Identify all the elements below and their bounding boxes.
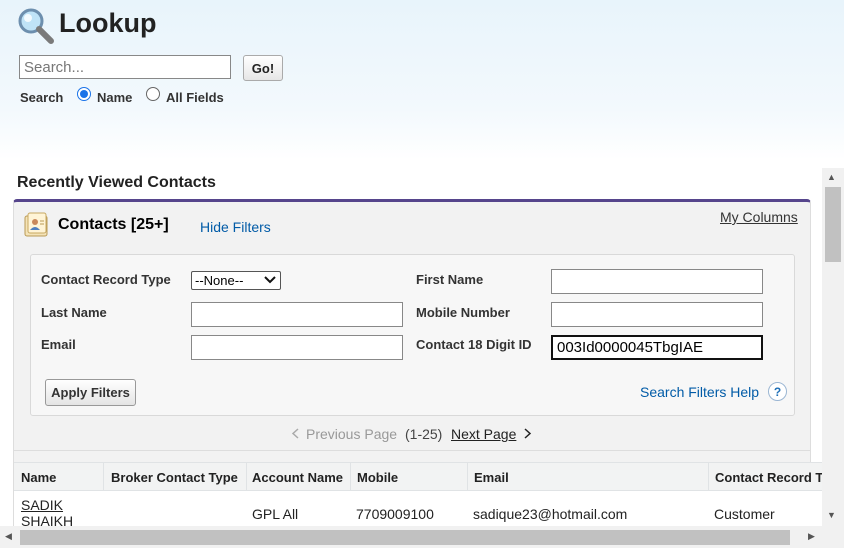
contact-record-type-select[interactable]: --None--	[191, 271, 281, 290]
cell-mobile: 7709009100	[356, 506, 434, 522]
next-page-link[interactable]: Next Page	[451, 426, 516, 442]
horizontal-scroll-thumb[interactable]	[20, 530, 790, 545]
contact-18-digit-id-field[interactable]: 003Id0000045TbgIAE	[551, 335, 763, 360]
radio-name-label: Name	[97, 90, 133, 105]
last-name-label: Last Name	[41, 305, 107, 320]
email-label: Email	[41, 337, 76, 352]
search-scope-label: Search	[20, 90, 64, 105]
first-name-label: First Name	[416, 272, 484, 287]
column-header-broker-contact-type[interactable]: Broker Contact Type	[111, 470, 238, 485]
cell-contact-record-type: Customer	[714, 506, 775, 522]
hide-filters-link[interactable]: Hide Filters	[200, 219, 271, 235]
apply-filters-button[interactable]: Apply Filters	[45, 379, 136, 406]
contact-name-link[interactable]: SADIK SHAIKH	[21, 497, 73, 529]
email-field[interactable]	[191, 335, 403, 360]
column-header-account-name[interactable]: Account Name	[252, 470, 343, 485]
previous-page-link: Previous Page	[306, 426, 398, 442]
vertical-scroll-thumb[interactable]	[825, 187, 841, 262]
cell-email: sadique23@hotmail.com	[473, 506, 628, 522]
page-title: Lookup	[59, 8, 157, 38]
mobile-number-label: Mobile Number	[416, 305, 510, 320]
section-title: Recently Viewed Contacts	[17, 174, 216, 191]
contact-first-name: SADIK	[21, 497, 64, 513]
help-icon[interactable]: ?	[768, 382, 787, 401]
contact-record-type-label: Contact Record Type	[41, 272, 171, 287]
previous-arrow-icon	[291, 428, 299, 439]
column-header-mobile[interactable]: Mobile	[357, 470, 398, 485]
chevron-down-icon	[264, 276, 276, 284]
column-header-name[interactable]: Name	[21, 470, 56, 485]
column-divider[interactable]	[350, 463, 351, 491]
contacts-icon	[24, 212, 48, 237]
scroll-right-arrow-icon[interactable]: ▶	[808, 531, 815, 542]
radio-name[interactable]	[77, 87, 91, 101]
scroll-up-arrow-icon[interactable]: ▲	[827, 172, 836, 182]
last-name-field[interactable]	[191, 302, 403, 327]
go-button[interactable]: Go!	[243, 55, 283, 81]
column-divider[interactable]	[467, 463, 468, 491]
radio-all-fields[interactable]	[146, 87, 160, 101]
cell-account-name: GPL All	[252, 506, 299, 522]
column-header-email[interactable]: Email	[474, 470, 509, 485]
search-filters-help-link[interactable]: Search Filters Help	[640, 384, 759, 400]
radio-all-fields-label: All Fields	[166, 90, 224, 105]
column-divider[interactable]	[708, 463, 709, 491]
my-columns-link[interactable]: My Columns	[720, 209, 798, 225]
select-value: --None--	[195, 273, 244, 288]
column-divider[interactable]	[246, 463, 247, 491]
scroll-left-arrow-icon[interactable]: ◀	[5, 531, 12, 542]
page-range: (1-25)	[405, 426, 443, 442]
mobile-number-field[interactable]	[551, 302, 763, 327]
table-row: SADIK SHAIKH	[21, 497, 73, 529]
magnifier-icon	[18, 8, 54, 44]
contact-18-digit-id-label: Contact 18 Digit ID	[416, 337, 532, 352]
scroll-down-arrow-icon[interactable]: ▼	[827, 510, 836, 520]
next-arrow-icon[interactable]	[523, 428, 532, 439]
divider	[14, 450, 810, 451]
column-header-contact-record-type[interactable]: Contact Record T	[715, 470, 822, 485]
column-divider[interactable]	[103, 463, 104, 491]
first-name-field[interactable]	[551, 269, 763, 294]
list-title: Contacts [25+]	[58, 216, 169, 233]
scrollbar-corner	[822, 526, 844, 548]
search-input[interactable]	[19, 55, 231, 79]
